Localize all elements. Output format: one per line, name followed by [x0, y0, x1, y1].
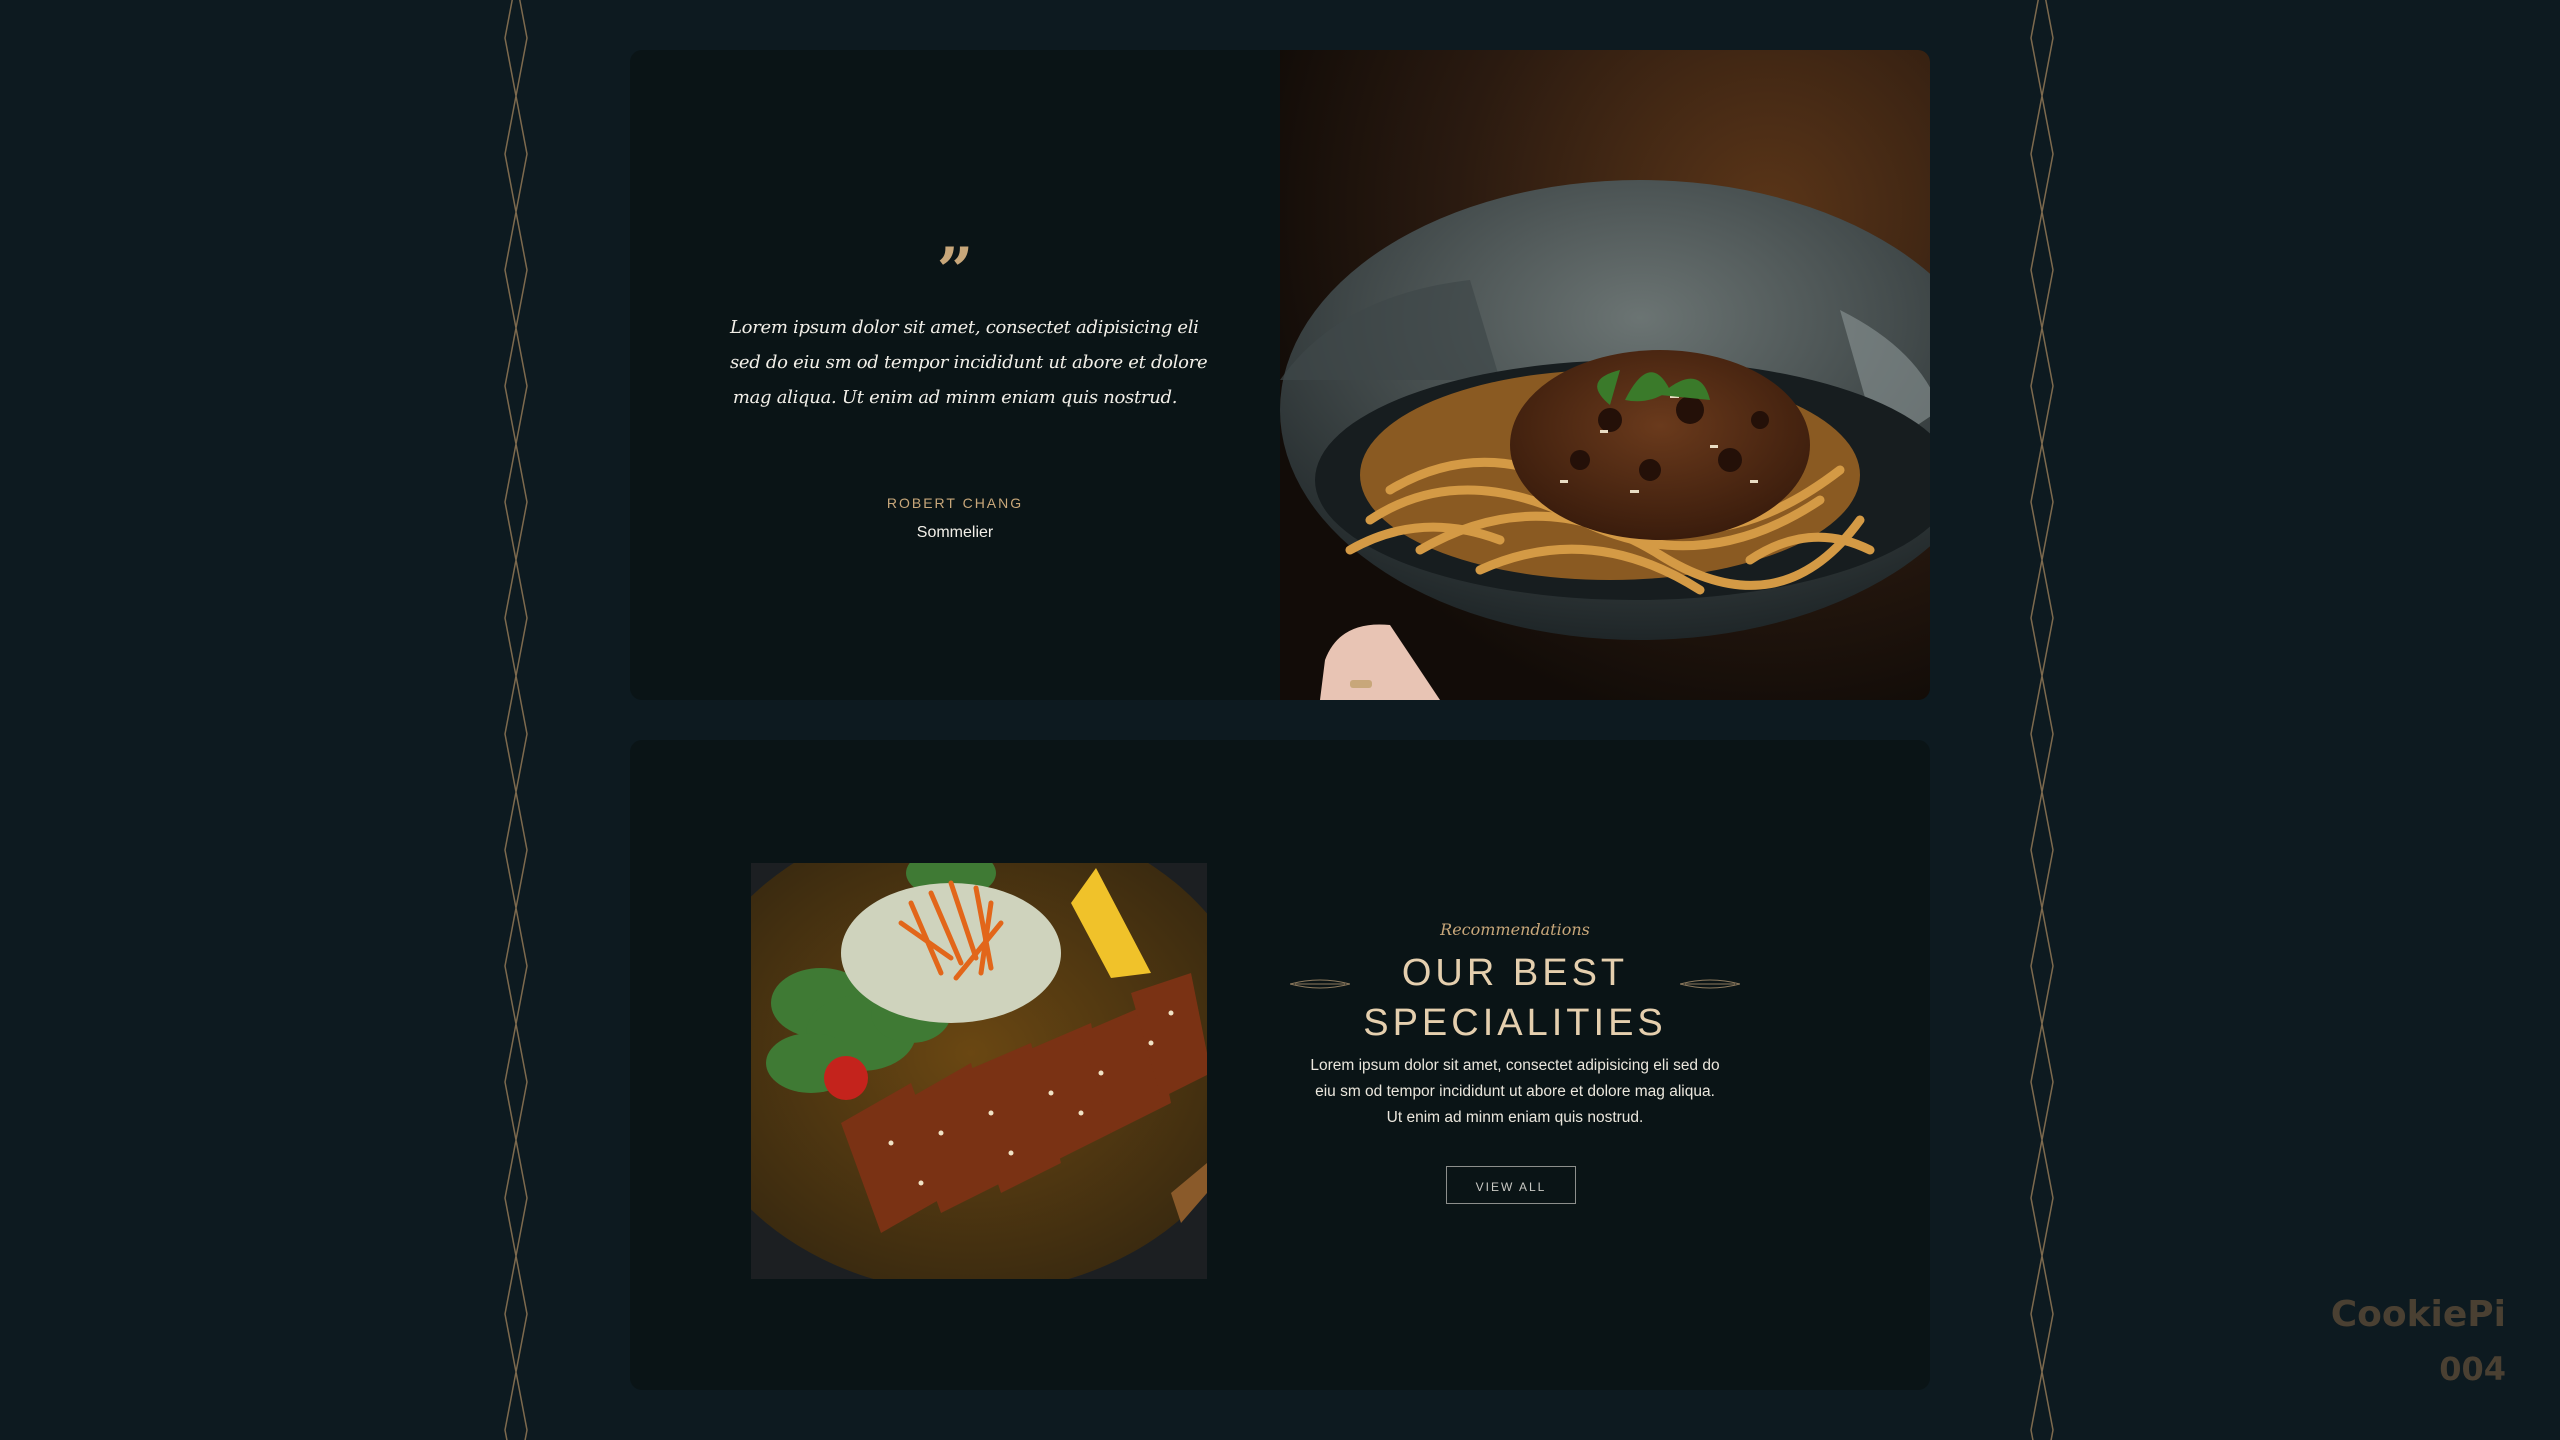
watermark: CookiePi 004	[2331, 1288, 2506, 1396]
watermark-brand: CookiePi	[2330, 1294, 2506, 1335]
section-title: OUR BEST SPECIALITIES	[1290, 948, 1740, 1048]
title-line: SPECIALITIES	[1363, 1002, 1667, 1044]
watermark-number: 004	[2439, 1350, 2506, 1388]
view-all-button[interactable]: VIEW ALL	[1446, 1166, 1576, 1204]
ornament-right-icon	[1680, 979, 1740, 989]
testimonial-block: ” Lorem ipsum dolor sit amet, consectet …	[630, 50, 1280, 700]
left-diamond-border	[504, 0, 528, 1440]
quote-line: Lorem ipsum dolor sit amet, consectet ad…	[730, 317, 1199, 338]
testimonial-card: ” Lorem ipsum dolor sit amet, consectet …	[630, 50, 1930, 700]
salad-chicken-photo	[751, 863, 1207, 1279]
section-description: Lorem ipsum dolor sit amet, consectet ad…	[1290, 1053, 1740, 1131]
pasta-dish-photo	[1280, 50, 1930, 700]
quote-line: mag aliqua. Ut enim ad minm eniam quis n…	[732, 387, 1178, 408]
quote-mark-icon: ”	[936, 234, 974, 309]
description-line: Lorem ipsum dolor sit amet, consectet ad…	[1310, 1057, 1720, 1074]
specialities-block: Recommendations OUR BEST SPECIALITIES Lo…	[1290, 740, 1740, 1390]
testimonial-quote: Lorem ipsum dolor sit amet, consectet ad…	[730, 310, 1208, 415]
specialities-card: Recommendations OUR BEST SPECIALITIES Lo…	[630, 740, 1930, 1390]
author-role: Sommelier	[916, 524, 994, 541]
quote-line: sed do eiu sm od tempor incididunt ut ab…	[730, 352, 1208, 373]
right-diamond-border	[2030, 0, 2054, 1440]
description-line: Ut enim ad minm eniam quis nostrud.	[1386, 1109, 1644, 1126]
kicker-text: Recommendations	[1440, 920, 1590, 939]
author-name: ROBERT CHANG	[886, 495, 1024, 511]
description-line: eiu sm od tempor incididunt ut abore et …	[1315, 1083, 1715, 1100]
title-line: OUR BEST	[1401, 952, 1629, 994]
